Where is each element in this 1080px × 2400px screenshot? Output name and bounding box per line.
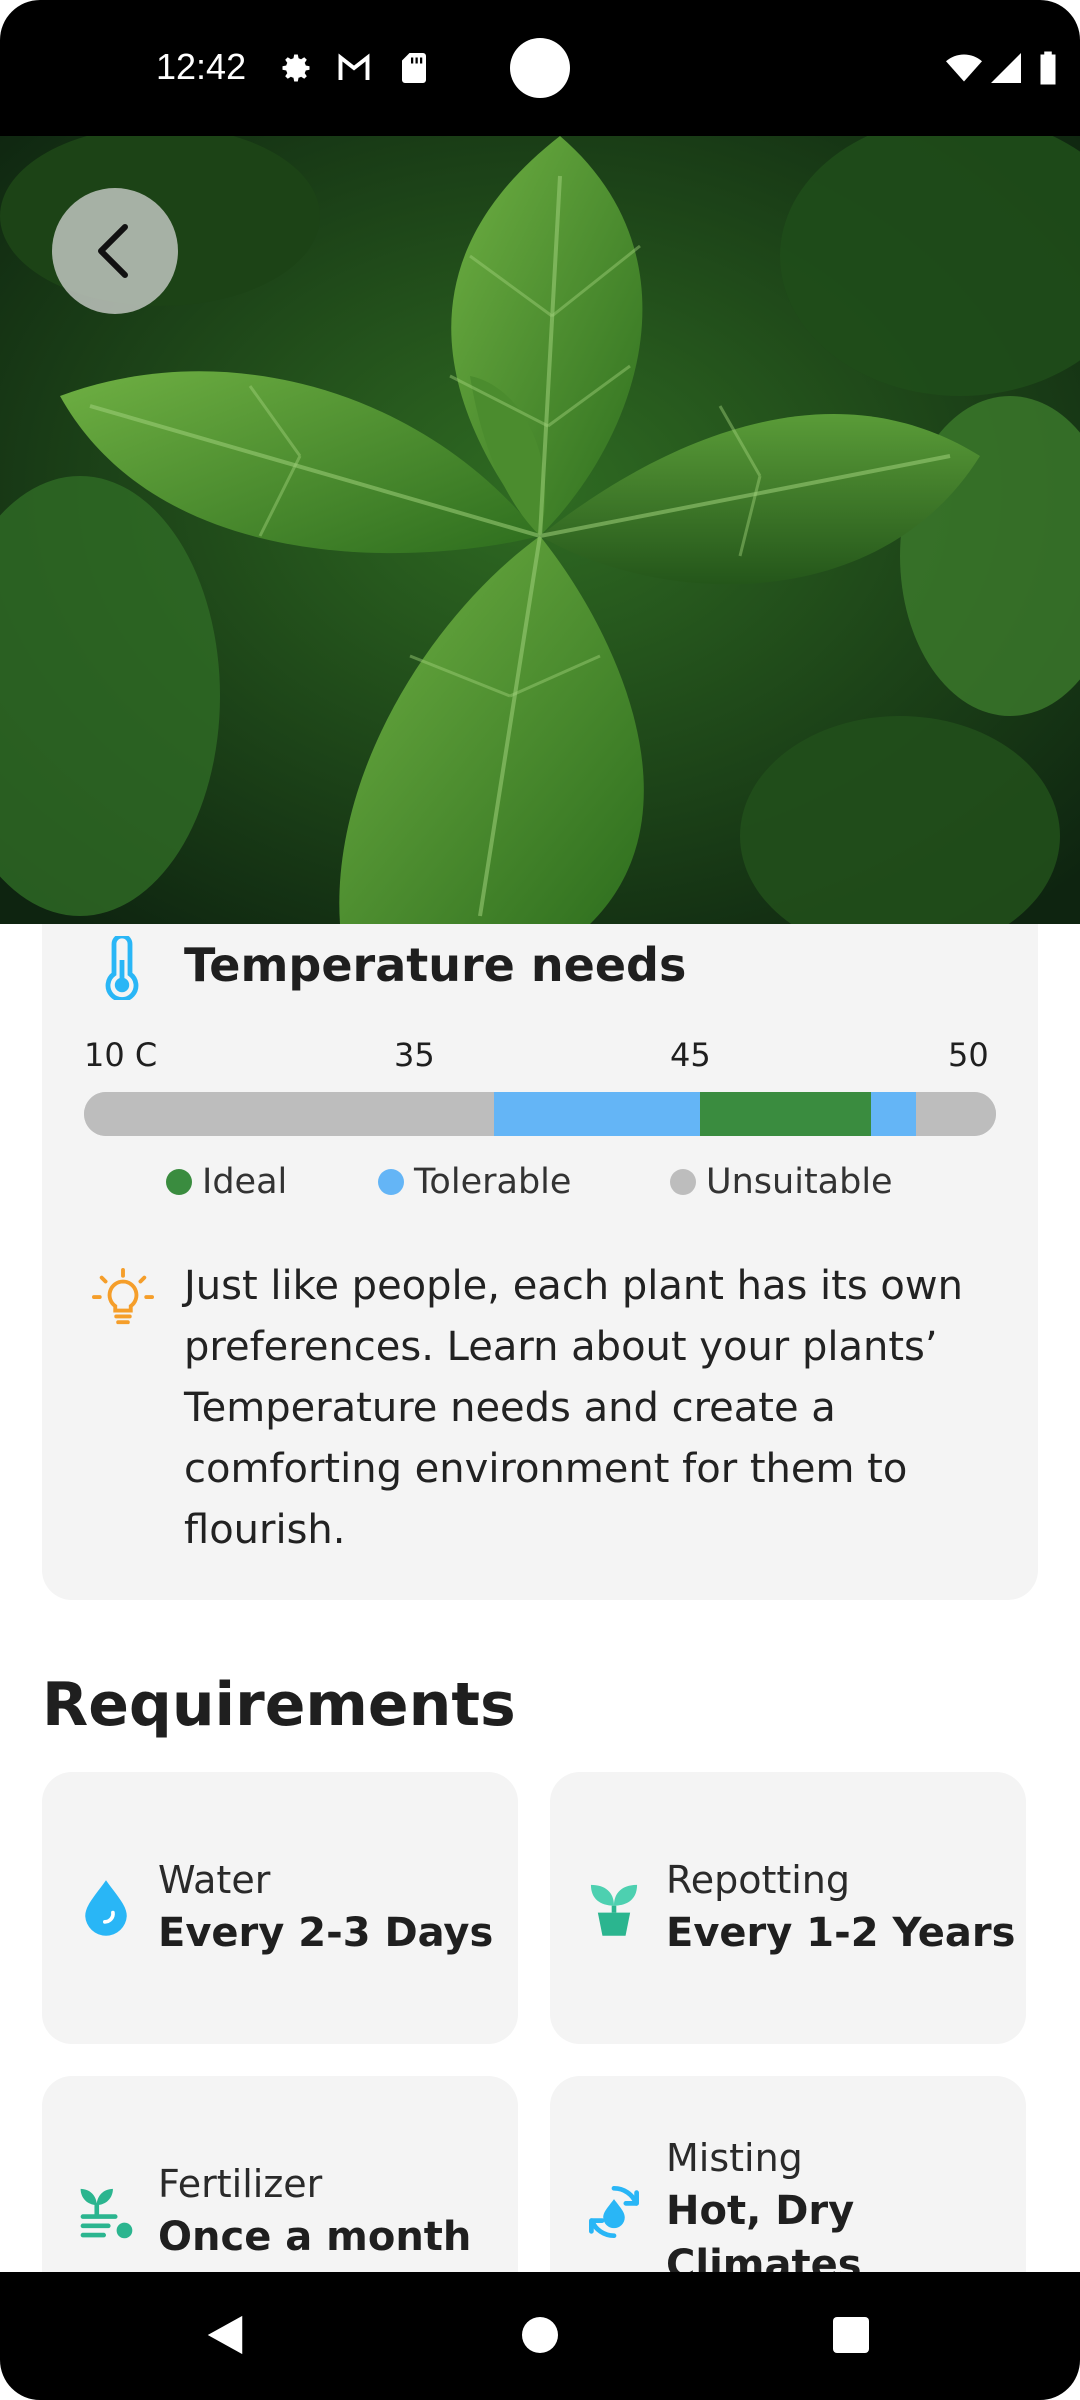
tick-label: 10 C xyxy=(84,1036,158,1074)
square-recents-icon xyxy=(833,2317,869,2353)
camera-cutout xyxy=(510,38,570,98)
legend-dot xyxy=(378,1169,404,1195)
signal-icon xyxy=(991,53,1021,83)
temperature-segment-unsuitable xyxy=(84,1092,495,1136)
requirement-value: Every 1-2 Years xyxy=(666,1910,1016,1956)
gmail-icon xyxy=(338,53,370,80)
temperature-range-bar xyxy=(84,1092,996,1136)
misting-icon xyxy=(589,2185,639,2239)
requirement-card-repotting[interactable]: Repotting Every 1-2 Years xyxy=(550,1772,1026,2044)
water-drop-icon xyxy=(85,1880,127,1936)
nav-home-button[interactable] xyxy=(505,2300,575,2370)
requirement-value: Every 2-3 Days xyxy=(158,1910,494,1956)
legend-label: Unsuitable xyxy=(706,1162,893,1202)
tick-label: 35 xyxy=(394,1036,435,1074)
temperature-tip-text: Just like people, each plant has its own… xyxy=(184,1263,963,1553)
legend-tolerable: Tolerable xyxy=(378,1162,571,1202)
plant-pot-icon xyxy=(590,1884,638,1936)
nav-back-button[interactable] xyxy=(190,2300,260,2370)
temperature-segment-tolerable xyxy=(494,1092,700,1136)
nav-recents-button[interactable] xyxy=(816,2300,886,2370)
status-bar: 12:42 xyxy=(0,0,1080,136)
requirements-heading: Requirements xyxy=(42,1670,516,1740)
tick-label: 50 xyxy=(948,1036,989,1074)
legend-ideal: Ideal xyxy=(166,1162,287,1202)
requirement-label: Misting xyxy=(666,2136,803,2180)
tick-label: 45 xyxy=(670,1036,711,1074)
sd-card-icon xyxy=(402,53,426,83)
legend-label: Ideal xyxy=(202,1162,288,1202)
temperature-title: Temperature needs xyxy=(184,938,687,992)
chevron-left-icon xyxy=(98,224,128,278)
requirement-card-fertilizer[interactable]: Fertilizer Once a month xyxy=(42,2076,518,2272)
temperature-segment-unsuitable xyxy=(916,1092,996,1136)
requirement-card-misting[interactable]: Misting Hot, Dry Climates xyxy=(550,2076,1026,2272)
legend-dot xyxy=(670,1169,696,1195)
requirements-scroll-clip: Fertilizer Once a month Misting Hot, Dry… xyxy=(0,2070,1080,2272)
legend-label: Tolerable xyxy=(414,1162,572,1202)
fertilizer-icon xyxy=(80,2188,133,2239)
requirement-label: Fertilizer xyxy=(158,2162,323,2206)
legend-unsuitable: Unsuitable xyxy=(670,1162,893,1202)
temperature-segment-ideal xyxy=(699,1092,871,1136)
requirement-label: Repotting xyxy=(666,1858,851,1902)
status-time: 12:42 xyxy=(156,46,247,87)
back-button[interactable] xyxy=(52,188,178,314)
requirement-value: Once a month xyxy=(158,2214,472,2260)
gear-icon xyxy=(282,54,310,82)
battery-icon xyxy=(1040,51,1056,85)
circle-home-icon xyxy=(522,2317,558,2353)
requirement-card-water[interactable]: Water Every 2-3 Days xyxy=(42,1772,518,2044)
requirement-label: Water xyxy=(158,1858,271,1902)
lightbulb-icon xyxy=(92,1267,154,1325)
triangle-back-icon xyxy=(207,2315,243,2355)
wifi-icon xyxy=(946,54,982,82)
requirement-value: Hot, Dry Climates xyxy=(666,2188,862,2272)
legend-dot xyxy=(166,1169,192,1195)
temperature-segment-tolerable xyxy=(870,1092,917,1136)
thermometer-icon xyxy=(105,936,139,1000)
